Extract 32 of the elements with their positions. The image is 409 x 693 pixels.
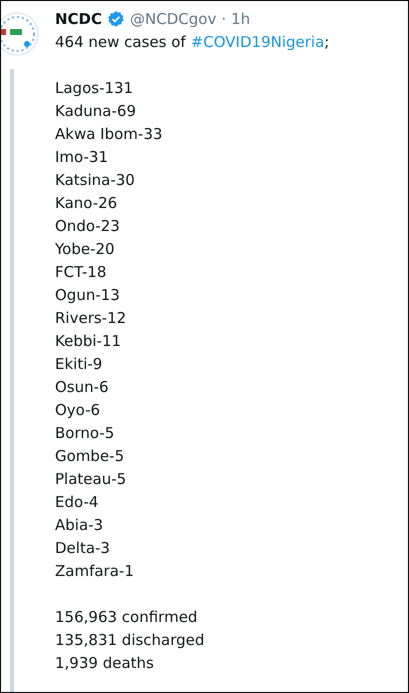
state-count: Kaduna-69 — [55, 101, 137, 122]
state-count: Kano-26 — [55, 193, 118, 214]
intro-text: 464 new cases of — [55, 32, 186, 53]
total-count: 135,831 discharged — [55, 630, 206, 651]
hashtag-link[interactable]: #COVID19Nigeria — [190, 31, 324, 54]
state-count: Rivers-12 — [55, 308, 128, 329]
state-count: Yobe-20 — [55, 239, 116, 260]
post-time[interactable]: 1h — [231, 10, 250, 28]
state-count: Gombe-5 — [55, 446, 126, 467]
total-count: 156,963 confirmed — [55, 607, 198, 628]
state-count: Imo-31 — [55, 147, 109, 168]
state-count: Edo-4 — [55, 492, 100, 513]
state-count: Lagos-131 — [55, 78, 134, 99]
state-count: Plateau-5 — [55, 469, 128, 490]
state-count: Ondo-23 — [55, 216, 121, 237]
state-count: Katsina-30 — [55, 170, 136, 191]
state-count: Osun-6 — [55, 377, 110, 398]
state-count: Kebbi-11 — [55, 331, 122, 352]
state-count: Ogun-13 — [55, 285, 121, 306]
account-name[interactable]: NCDC — [55, 10, 102, 28]
total-count: 1,939 deaths — [55, 653, 155, 674]
semicolon: ; — [324, 32, 330, 53]
state-count: Akwa Ibom-33 — [55, 124, 164, 145]
account-handle[interactable]: @NCDCgov — [130, 10, 216, 28]
state-count: Abia-3 — [55, 515, 104, 536]
separator-dot: · — [221, 10, 226, 28]
state-count: Zamfara-1 — [55, 561, 135, 582]
state-count: Delta-3 — [55, 538, 111, 559]
state-count: FCT-18 — [55, 262, 108, 283]
state-count: Oyo-6 — [55, 400, 102, 421]
state-count: Borno-5 — [55, 423, 116, 444]
state-count: Ekiti-9 — [55, 354, 104, 375]
